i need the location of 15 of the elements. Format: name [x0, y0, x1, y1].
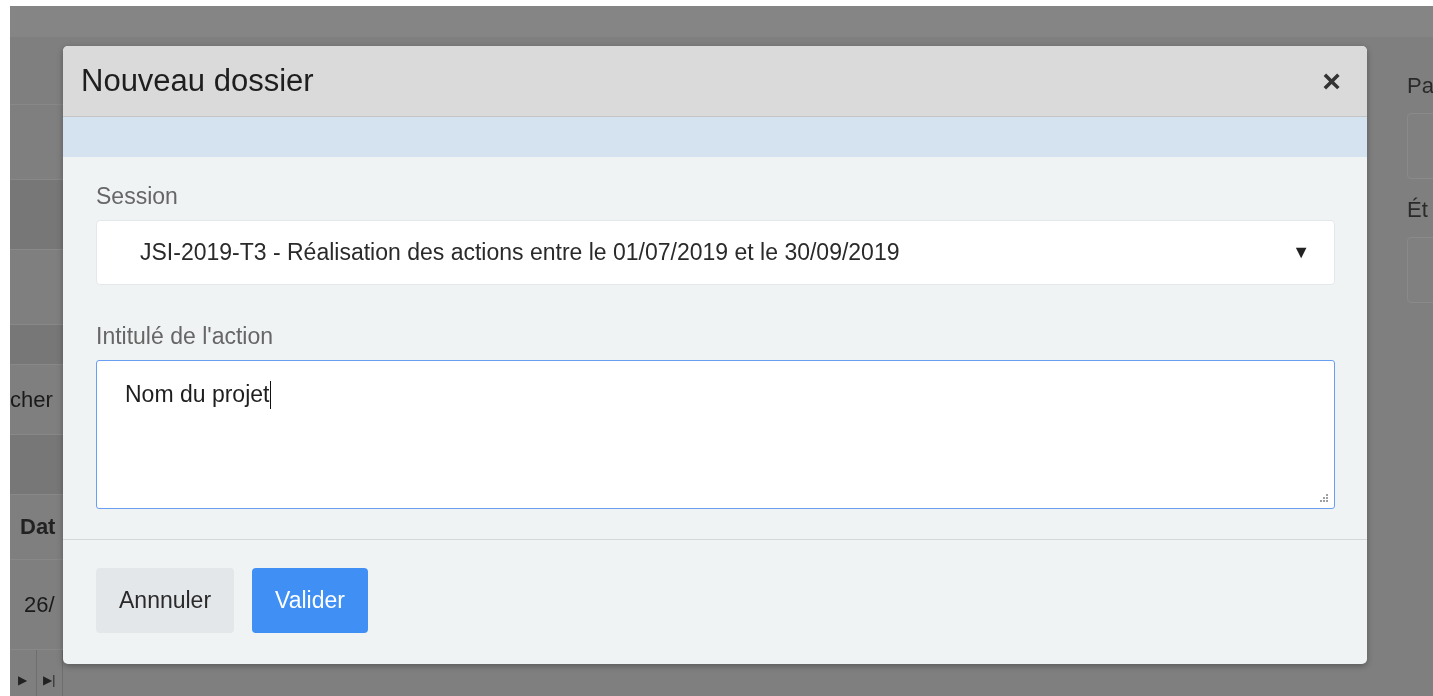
column-header: Dat	[20, 514, 56, 540]
field-label: Ét	[1407, 197, 1429, 224]
pager-button[interactable]: ▶	[10, 650, 37, 696]
close-button[interactable]: ×	[1318, 65, 1345, 97]
field-label: Pa	[1407, 73, 1433, 100]
resize-grip-icon[interactable]	[1320, 494, 1328, 502]
field-label: Session	[96, 183, 178, 210]
caret-icon: ▼	[1292, 242, 1310, 263]
cancel-button[interactable]: Annnuler	[96, 568, 235, 633]
field-label: Intitulé de l'action	[96, 323, 273, 350]
button-label: cher	[10, 386, 53, 413]
dialog-title: Nouveau dossier	[81, 63, 314, 99]
table-cell: 26/	[24, 591, 55, 618]
input-field[interactable]: Nom du projet	[96, 360, 1335, 509]
session-dropdown[interactable]: JSI-2019-T3 - Réalisation des actions entre le 01/07/2019 et le 30/09/2019 ▼	[96, 220, 1335, 285]
